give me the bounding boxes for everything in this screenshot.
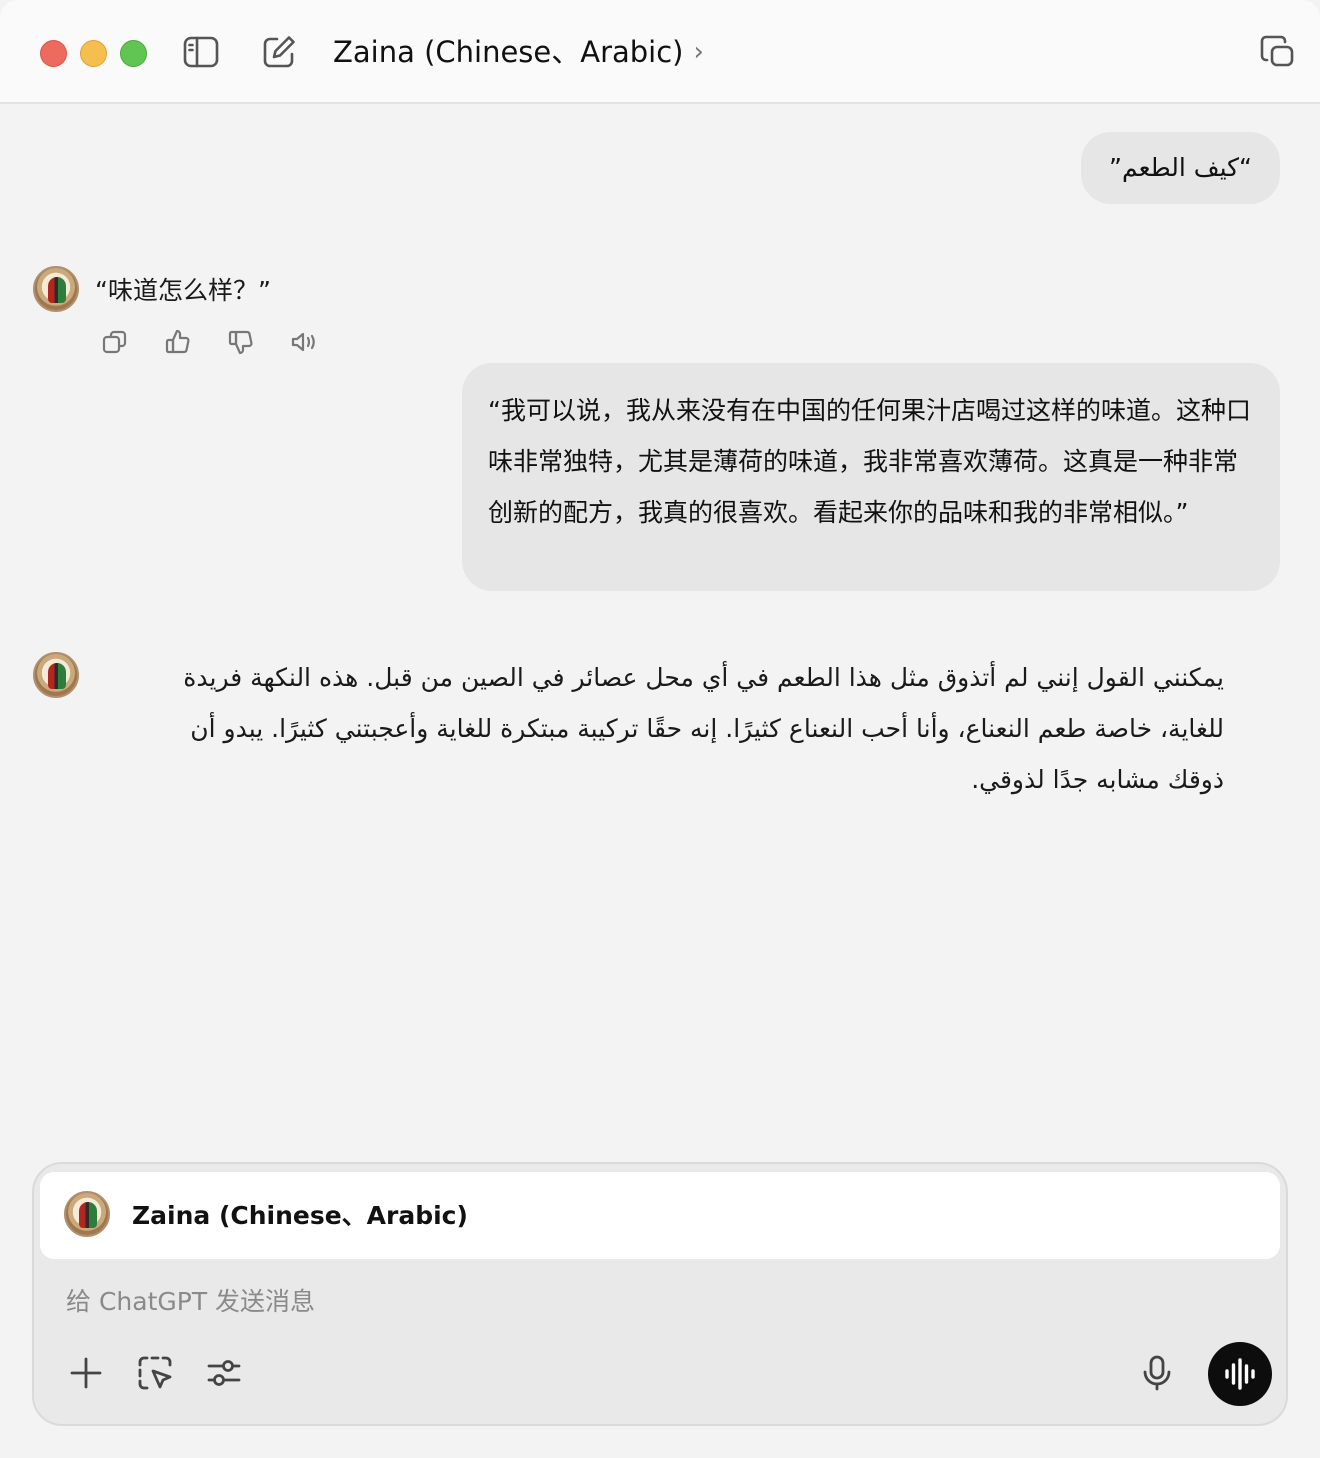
new-window-icon[interactable] (1257, 32, 1297, 72)
assistant-message-text: “味道怎么样？” (95, 276, 271, 305)
user-message-bubble: “كيف الطعم” (1081, 132, 1280, 204)
app-window: Zaina (Chinese、Arabic) › “كيف الطعم” “味道… (0, 0, 1320, 1458)
gpt-avatar (33, 652, 79, 698)
thumbs-up-icon[interactable] (158, 323, 198, 361)
thumbs-down-icon[interactable] (221, 323, 261, 361)
close-window-button[interactable] (40, 40, 67, 67)
gpt-avatar (64, 1191, 110, 1237)
user-message-text: “我可以说，我从来没有在中国的任何果汁店喝过这样的味道。这种口味非常独特，尤其是… (488, 396, 1251, 527)
window-title[interactable]: Zaina (Chinese、Arabic) › (333, 30, 704, 74)
user-message-text: “كيف الطعم” (1109, 153, 1252, 182)
minimize-window-button[interactable] (80, 40, 107, 67)
voice-waveform-icon (1225, 1358, 1255, 1390)
gpt-title: Zaina (Chinese、Arabic) (333, 35, 684, 69)
microphone-icon[interactable] (1134, 1350, 1180, 1396)
gpt-name: Zaina (Chinese、Arabic) (132, 1201, 468, 1230)
sidebar-toggle-icon[interactable] (181, 32, 221, 72)
assistant-message-text: يمكنني القول إنني لم أتذوق مثل هذا الطعم… (183, 663, 1224, 794)
gpt-avatar (33, 266, 79, 312)
read-aloud-icon[interactable] (284, 323, 324, 361)
tools-sliders-icon[interactable] (201, 1350, 247, 1396)
voice-mode-button[interactable] (1208, 1342, 1272, 1406)
message-actions (95, 323, 324, 361)
plus-icon[interactable] (63, 1350, 109, 1396)
message-input[interactable]: 给 ChatGPT 发送消息 (66, 1280, 315, 1324)
new-chat-icon[interactable] (259, 32, 299, 72)
active-gpt-chip[interactable]: Zaina (Chinese、Arabic) (40, 1172, 1280, 1259)
title-bar: Zaina (Chinese、Arabic) › (0, 0, 1320, 104)
message-composer: Zaina (Chinese、Arabic) 给 ChatGPT 发送消息 (32, 1162, 1288, 1426)
select-area-icon[interactable] (132, 1350, 178, 1396)
zoom-window-button[interactable] (120, 40, 147, 67)
user-message-bubble: “我可以说，我从来没有在中国的任何果汁店喝过这样的味道。这种口味非常独特，尤其是… (462, 363, 1280, 591)
copy-icon[interactable] (95, 323, 135, 361)
chevron-right-icon: › (693, 37, 704, 67)
